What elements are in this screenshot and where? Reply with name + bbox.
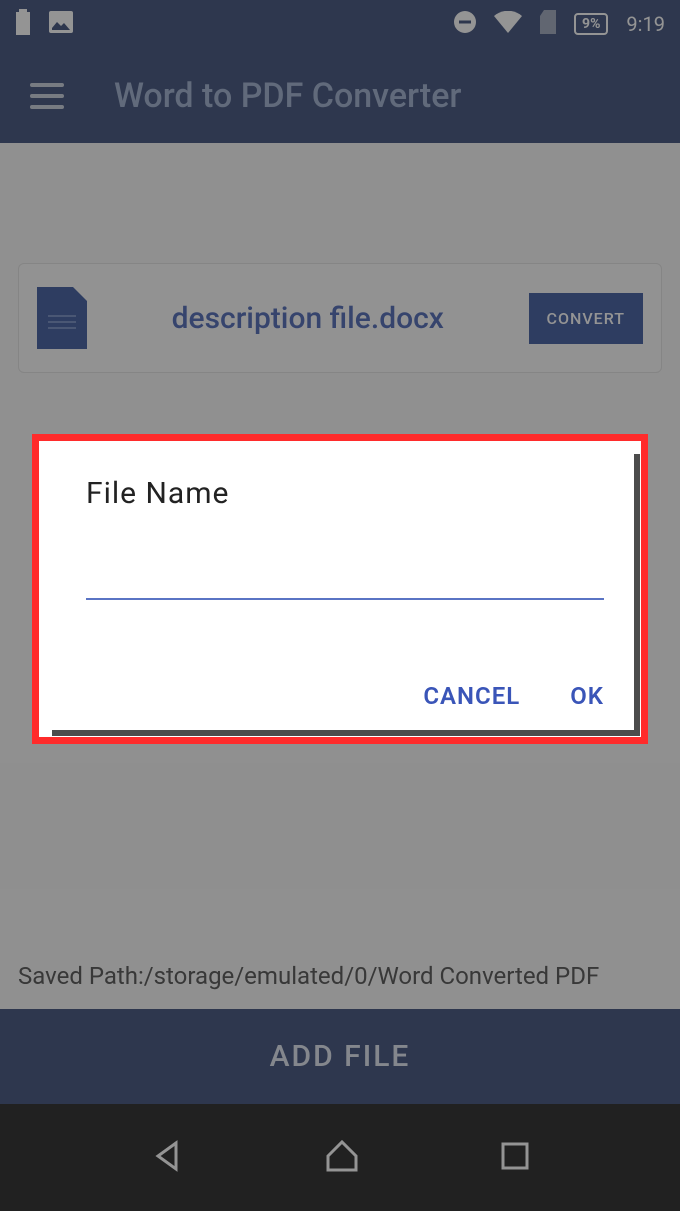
saved-path-label: Saved Path:/storage/emulated/0/Word Conv…	[18, 960, 662, 994]
file-name-label: description file.docx	[87, 301, 529, 336]
ok-button[interactable]: OK	[570, 682, 604, 710]
file-card: description file.docx CONVERT	[18, 263, 662, 373]
home-icon[interactable]	[324, 1138, 360, 1178]
sd-card-icon	[540, 10, 556, 39]
status-bar: 9% 9:19	[0, 0, 680, 48]
image-icon	[49, 11, 73, 38]
convert-button[interactable]: CONVERT	[529, 293, 643, 344]
menu-icon[interactable]	[30, 83, 64, 109]
document-icon	[37, 287, 87, 349]
app-bar: Word to PDF Converter	[0, 48, 680, 143]
dialog-highlight-box: File Name CANCEL OK	[32, 434, 648, 744]
back-icon[interactable]	[150, 1139, 184, 1177]
do-not-disturb-icon	[454, 11, 476, 38]
wifi-icon	[494, 11, 522, 38]
clock-time: 9:19	[626, 12, 665, 36]
battery-full-icon	[15, 9, 31, 40]
app-title: Word to PDF Converter	[114, 76, 461, 116]
recent-apps-icon[interactable]	[500, 1141, 530, 1175]
battery-status: 9%	[574, 13, 608, 35]
dialog-title: File Name	[86, 476, 604, 511]
navigation-bar	[0, 1104, 680, 1211]
file-name-dialog: File Name CANCEL OK	[46, 448, 634, 730]
file-name-input[interactable]	[86, 556, 604, 600]
cancel-button[interactable]: CANCEL	[423, 682, 520, 710]
add-file-button[interactable]: ADD FILE	[270, 1039, 411, 1074]
add-file-bar: ADD FILE	[0, 1009, 680, 1104]
